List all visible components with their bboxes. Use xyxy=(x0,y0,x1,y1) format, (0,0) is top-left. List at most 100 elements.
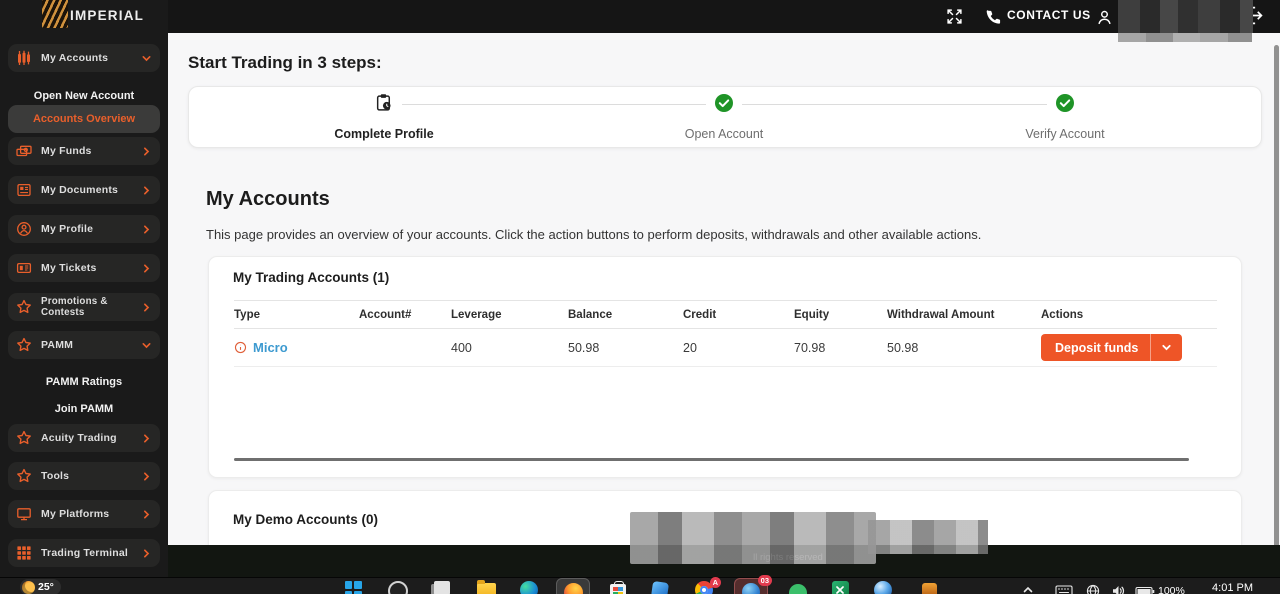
sidebar-item-promotions-contests[interactable]: Promotions & Contests xyxy=(8,293,160,321)
volume-icon[interactable] xyxy=(1111,584,1125,594)
user-circle-icon xyxy=(16,221,32,237)
star-icon xyxy=(16,430,32,446)
tray-expand-icon[interactable] xyxy=(1022,584,1034,594)
sidebar-item-label: My Profile xyxy=(41,223,93,235)
balance-cell: 50.98 xyxy=(568,341,683,355)
moon-weather-icon xyxy=(22,581,35,594)
chrome-badge: A xyxy=(710,577,721,588)
stepper-line xyxy=(742,104,1047,105)
sidebar-item-label: My Tickets xyxy=(41,262,97,274)
sidebar-item-tools[interactable]: Tools xyxy=(8,462,160,490)
battery-icon[interactable] xyxy=(1135,586,1155,594)
sidebar-item-my-accounts[interactable]: My Accounts xyxy=(8,44,160,72)
sidebar-item-join-pamm[interactable]: Join PAMM xyxy=(8,396,160,422)
screen: CONTACT US IMPERIAL My Accounts Open New… xyxy=(0,0,1280,594)
check-circle-icon xyxy=(714,93,734,113)
phone-icon xyxy=(985,9,1002,26)
col-type: Type xyxy=(234,309,359,321)
battery-percent-label: 100% xyxy=(1158,585,1185,594)
vertical-scrollbar[interactable] xyxy=(1274,45,1279,575)
withdrawal-amount-cell: 50.98 xyxy=(887,341,1041,355)
brand-name: IMPERIAL xyxy=(70,0,144,33)
sidebar-item-my-platforms[interactable]: My Platforms xyxy=(8,500,160,528)
chevron-right-icon xyxy=(141,185,152,196)
deposit-funds-button[interactable]: Deposit funds xyxy=(1041,334,1182,361)
account-type-cell: Micro xyxy=(234,340,359,355)
utility-app-icon[interactable] xyxy=(917,581,941,594)
sidebar-item-my-tickets[interactable]: My Tickets xyxy=(8,254,160,282)
sidebar-item-label: My Funds xyxy=(41,145,92,157)
chevron-right-icon xyxy=(141,302,152,313)
chevron-right-icon xyxy=(141,548,152,559)
username-redacted xyxy=(1118,0,1253,33)
clipboard-clock-icon xyxy=(375,93,394,112)
table-header-row: Type Account# Leverage Balance Credit Eq… xyxy=(234,300,1217,329)
account-type-link[interactable]: Micro xyxy=(253,340,288,355)
chevron-right-icon xyxy=(141,146,152,157)
sidebar-item-label: PAMM xyxy=(41,339,73,351)
firefox-icon[interactable] xyxy=(556,578,590,594)
app-badge: 03 xyxy=(758,575,772,586)
step-complete-profile: Complete Profile xyxy=(334,127,433,141)
file-explorer-icon[interactable] xyxy=(474,581,498,594)
grid-icon xyxy=(16,545,32,561)
table-row: Micro 400 50.98 20 70.98 50.98 Deposit f… xyxy=(234,329,1217,367)
sidebar-item-label: Trading Terminal xyxy=(41,547,128,559)
col-actions: Actions xyxy=(1041,309,1217,321)
main-content: Start Trading in 3 steps: Complete Profi… xyxy=(168,33,1280,577)
sidebar-item-label: Acuity Trading xyxy=(41,432,117,444)
sidebar-item-pamm[interactable]: PAMM xyxy=(8,331,160,359)
sidebar-item-label: Promotions & Contests xyxy=(41,296,132,318)
network-icon[interactable] xyxy=(1086,584,1100,594)
contact-us-button[interactable]: CONTACT US xyxy=(1007,0,1091,33)
chevron-right-icon xyxy=(141,433,152,444)
sidebar-item-my-profile[interactable]: My Profile xyxy=(8,215,160,243)
info-icon[interactable] xyxy=(234,341,247,354)
sidebar: IMPERIAL My Accounts Open New Account Ac… xyxy=(0,0,168,577)
ticket-icon xyxy=(16,260,32,276)
sidebar-item-my-funds[interactable]: My Funds xyxy=(8,137,160,165)
sidebar-item-pamm-ratings[interactable]: PAMM Ratings xyxy=(8,369,160,395)
microsoft-store-icon[interactable] xyxy=(606,581,630,594)
sidebar-item-my-documents[interactable]: My Documents xyxy=(8,176,160,204)
actions-cell: Deposit funds xyxy=(1041,334,1217,361)
equity-cell: 70.98 xyxy=(794,341,887,355)
task-view-icon[interactable] xyxy=(430,581,454,594)
trading-accounts-table: Type Account# Leverage Balance Credit Eq… xyxy=(234,300,1217,367)
star-icon xyxy=(16,468,32,484)
watermark-redacted xyxy=(868,520,988,554)
sidebar-item-trading-terminal[interactable]: Trading Terminal xyxy=(8,539,160,567)
android-icon[interactable] xyxy=(786,581,810,594)
notification-app-icon[interactable]: 03 xyxy=(734,578,768,594)
excel-icon[interactable] xyxy=(828,581,852,594)
star-icon xyxy=(16,299,32,315)
weather-widget[interactable]: 25° xyxy=(20,579,61,594)
sidebar-item-acuity-trading[interactable]: Acuity Trading xyxy=(8,424,160,452)
sidebar-item-accounts-overview[interactable]: Accounts Overview xyxy=(8,105,160,133)
sidebar-item-label: My Platforms xyxy=(41,508,109,520)
horizontal-scrollbar[interactable] xyxy=(234,458,1189,461)
col-equity: Equity xyxy=(794,309,887,321)
sidebar-item-label: My Accounts xyxy=(41,52,108,64)
documents-icon xyxy=(16,182,32,198)
chrome-icon[interactable]: A xyxy=(692,581,716,594)
keyboard-icon[interactable] xyxy=(1055,585,1073,594)
watermark-redacted xyxy=(630,512,876,564)
search-icon[interactable] xyxy=(386,581,410,594)
sidebar-item-label: Tools xyxy=(41,470,69,482)
banknotes-icon xyxy=(16,143,32,159)
edge-icon[interactable] xyxy=(517,581,541,594)
trading-accounts-card: My Trading Accounts (1) Type Account# Le… xyxy=(208,256,1242,478)
chevron-right-icon xyxy=(141,224,152,235)
chevron-down-icon[interactable] xyxy=(1151,342,1182,353)
windows-start-icon[interactable] xyxy=(341,581,365,594)
fullscreen-icon[interactable] xyxy=(946,8,963,25)
user-icon xyxy=(1096,9,1113,26)
header-bar: CONTACT US xyxy=(0,0,1280,33)
browser-sphere-icon[interactable] xyxy=(871,581,895,594)
imperial-logo-icon xyxy=(42,0,68,28)
clock-label[interactable]: 4:01 PM xyxy=(1212,582,1253,594)
candlestick-chart-icon xyxy=(16,50,32,66)
step-open-account: Open Account xyxy=(685,127,764,141)
gem-app-icon[interactable] xyxy=(648,581,672,594)
